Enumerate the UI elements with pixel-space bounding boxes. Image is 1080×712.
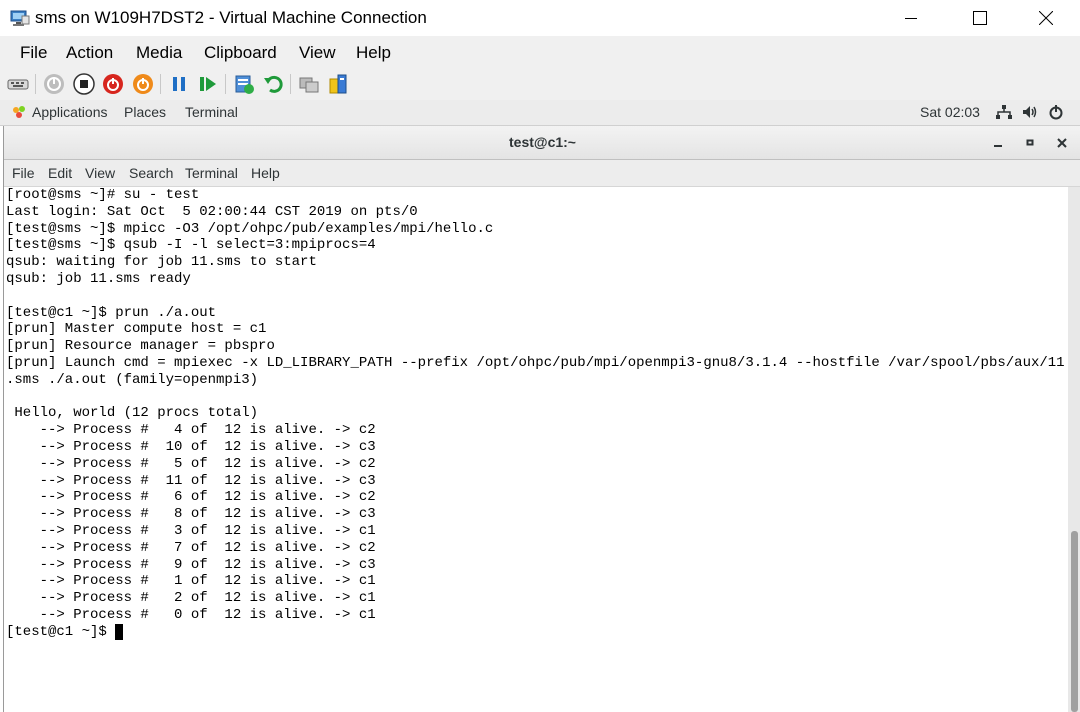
terminal-line: Hello, world (12 procs total)	[6, 405, 259, 422]
terminal-line: qsub: waiting for job 11.sms to start	[6, 254, 317, 271]
checkpoint-icon	[235, 75, 254, 94]
places-menu[interactable]: Places	[124, 104, 166, 120]
applications-icon	[10, 104, 28, 120]
resume-icon	[200, 77, 216, 91]
resume-button[interactable]	[196, 72, 220, 96]
ctrl-alt-del-button[interactable]	[6, 72, 30, 96]
terminal-line: Last login: Sat Oct 5 02:00:44 CST 2019 …	[6, 203, 418, 220]
turn-off-icon	[73, 73, 95, 95]
network-icon[interactable]	[995, 104, 1013, 120]
minimize-icon	[994, 145, 1002, 147]
shut-down-button[interactable]	[101, 72, 125, 96]
checkpoint-button[interactable]	[232, 72, 256, 96]
shut-down-icon	[103, 74, 123, 94]
close-button[interactable]	[1023, 0, 1069, 36]
vm-toolbar	[0, 68, 1080, 100]
power-reset-icon	[133, 74, 153, 94]
terminal-line: --> Process # 10 of 12 is alive. -> c3	[6, 438, 376, 455]
turn-off-button[interactable]	[72, 72, 96, 96]
menu-media[interactable]: Media	[136, 43, 182, 63]
minimize-icon	[905, 18, 917, 19]
terminal-window: test@c1:~ File Edit View Search Terminal…	[3, 126, 1080, 712]
pause-icon	[173, 77, 185, 91]
terminal-line: --> Process # 7 of 12 is alive. -> c2	[6, 539, 376, 556]
vm-screen: Applications Places Terminal Sat 02:03 t…	[0, 100, 1080, 712]
terminal-prompt-line: [test@c1 ~]$	[6, 623, 1068, 641]
menu-help[interactable]: Help	[356, 43, 391, 63]
ctrl-alt-del-icon	[7, 79, 29, 90]
enhanced-session-button[interactable]	[297, 72, 321, 96]
window-title: sms on W109H7DST2 - Virtual Machine Conn…	[35, 8, 427, 27]
terminal-close-button[interactable]	[1053, 134, 1071, 152]
terminal-menu-bar: File Edit View Search Terminal Help	[4, 160, 1080, 187]
window-menu-bar: File Action Media Clipboard View Help	[0, 36, 1080, 68]
terminal-minimize-button[interactable]	[989, 134, 1007, 152]
window-title-bar: sms on W109H7DST2 - Virtual Machine Conn…	[0, 0, 1080, 36]
terminal-line: --> Process # 2 of 12 is alive. -> c1	[6, 590, 376, 607]
terminal-cursor	[115, 623, 124, 640]
clock[interactable]: Sat 02:03	[920, 104, 980, 120]
scrollbar-thumb[interactable]	[1071, 531, 1078, 712]
terminal-line: --> Process # 6 of 12 is alive. -> c2	[6, 489, 376, 506]
terminal-menu-terminal[interactable]: Terminal	[185, 165, 238, 181]
terminal-menu-view[interactable]: View	[85, 165, 115, 181]
menu-file[interactable]: File	[20, 43, 47, 63]
terminal-line: [prun] Launch cmd = mpiexec -x LD_LIBRAR…	[6, 354, 1065, 371]
terminal-line: --> Process # 11 of 12 is alive. -> c3	[6, 472, 376, 489]
terminal-line: [test@sms ~]$ qsub -I -l select=3:mpipro…	[6, 237, 376, 254]
terminal-taskbar-item[interactable]: Terminal	[185, 104, 238, 120]
settings-icon	[329, 74, 347, 94]
terminal-maximize-button[interactable]	[1021, 134, 1039, 152]
terminal-line: .sms ./a.out (family=openmpi3)	[6, 371, 259, 388]
start-icon	[44, 74, 64, 94]
maximize-icon	[1026, 139, 1034, 146]
revert-icon	[264, 75, 283, 93]
settings-button[interactable]	[326, 72, 350, 96]
maximize-button[interactable]	[957, 0, 1003, 36]
terminal-menu-edit[interactable]: Edit	[48, 165, 72, 181]
maximize-icon	[973, 11, 987, 25]
terminal-line: --> Process # 4 of 12 is alive. -> c2	[6, 422, 376, 439]
terminal-line: [prun] Master compute host = c1	[6, 321, 267, 338]
revert-button[interactable]	[261, 72, 285, 96]
minimize-button[interactable]	[888, 0, 934, 36]
pause-button[interactable]	[167, 72, 191, 96]
close-icon	[1039, 11, 1053, 25]
terminal-line: --> Process # 3 of 12 is alive. -> c1	[6, 522, 376, 539]
start-button[interactable]	[42, 72, 66, 96]
terminal-scrollbar[interactable]	[1068, 187, 1080, 712]
terminal-line: [root@sms ~]# su - test	[6, 187, 200, 203]
terminal-menu-help[interactable]: Help	[251, 165, 280, 181]
menu-view[interactable]: View	[299, 43, 336, 63]
power-icon[interactable]	[1047, 104, 1065, 120]
terminal-line: [prun] Resource manager = pbspro	[6, 338, 275, 355]
terminal-line: --> Process # 1 of 12 is alive. -> c1	[6, 573, 376, 590]
close-icon	[1057, 138, 1067, 148]
volume-icon[interactable]	[1021, 104, 1039, 120]
terminal-line: qsub: job 11.sms ready	[6, 270, 191, 287]
terminal-menu-file[interactable]: File	[12, 165, 35, 181]
gnome-top-panel: Applications Places Terminal Sat 02:03	[0, 100, 1080, 126]
menu-action[interactable]: Action	[66, 43, 113, 63]
power-reset-button[interactable]	[131, 72, 155, 96]
applications-menu[interactable]: Applications	[32, 104, 108, 120]
terminal-line: --> Process # 9 of 12 is alive. -> c3	[6, 556, 376, 573]
terminal-line: --> Process # 5 of 12 is alive. -> c2	[6, 455, 376, 472]
virtual-machine-icon	[10, 9, 30, 27]
terminal-line: [test@c1 ~]$ prun ./a.out	[6, 304, 217, 321]
terminal-line: [test@sms ~]$ mpicc -O3 /opt/ohpc/pub/ex…	[6, 220, 494, 237]
terminal-line: --> Process # 8 of 12 is alive. -> c3	[6, 506, 376, 523]
enhanced-session-icon	[299, 77, 319, 93]
terminal-title: test@c1:~	[509, 134, 576, 150]
terminal-title-bar: test@c1:~	[4, 126, 1080, 160]
terminal-menu-search[interactable]: Search	[129, 165, 173, 181]
menu-clipboard[interactable]: Clipboard	[204, 43, 277, 63]
terminal-prompt: [test@c1 ~]$	[6, 623, 116, 640]
terminal-line: --> Process # 0 of 12 is alive. -> c1	[6, 606, 376, 623]
terminal-output[interactable]: [root@sms ~]# su - test Last login: Sat O…	[6, 187, 1068, 712]
